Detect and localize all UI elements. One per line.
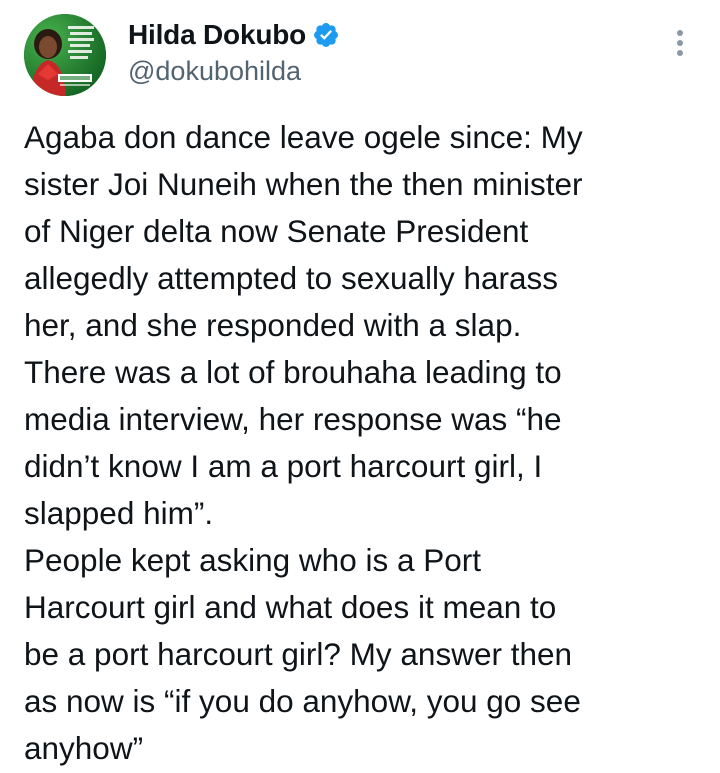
more-dot [677,50,683,56]
tweet-line: be a port harcourt girl? My answer then [24,636,573,672]
name-row: Hilda Dokubo [128,16,340,54]
tweet-line: allegedly attempted to sexually harass [24,260,559,296]
profile-photo-icon [24,14,106,96]
tweet-line: as now is “if you do anyhow, you go see [24,683,581,719]
tweet-line: anyhow” [24,730,144,766]
tweet-line: People kept asking who is a Port [24,542,482,578]
tweet-line: There was a lot of brouhaha leading to [24,354,562,390]
author-display-name[interactable]: Hilda Dokubo [128,19,306,51]
more-options-icon[interactable] [674,30,686,62]
tweet-line: media interview, her response was “he [24,401,562,437]
more-dot [677,30,683,36]
author-info: Hilda Dokubo @dokubohilda [128,16,340,87]
tweet-line: of Niger delta now Senate President [24,213,529,249]
tweet-text: Agaba don dance leave ogele since: My si… [24,114,704,772]
tweet-card: Hilda Dokubo @dokubohilda Agaba don danc… [0,0,720,773]
tweet-line: sister Joi Nuneih when the then minister [24,166,583,202]
tweet-line: her, and she responded with a slap. [24,307,522,343]
tweet-line: slapped him”. [24,495,214,531]
tweet-line: didn’t know I am a port harcourt girl, I [24,448,543,484]
author-handle[interactable]: @dokubohilda [128,56,340,87]
author-avatar[interactable] [24,14,106,96]
tweet-line: Agaba don dance leave ogele since: My [24,119,583,155]
verified-badge-icon [312,21,340,49]
tweet-line: Harcourt girl and what does it mean to [24,589,557,625]
more-dot [677,40,683,46]
